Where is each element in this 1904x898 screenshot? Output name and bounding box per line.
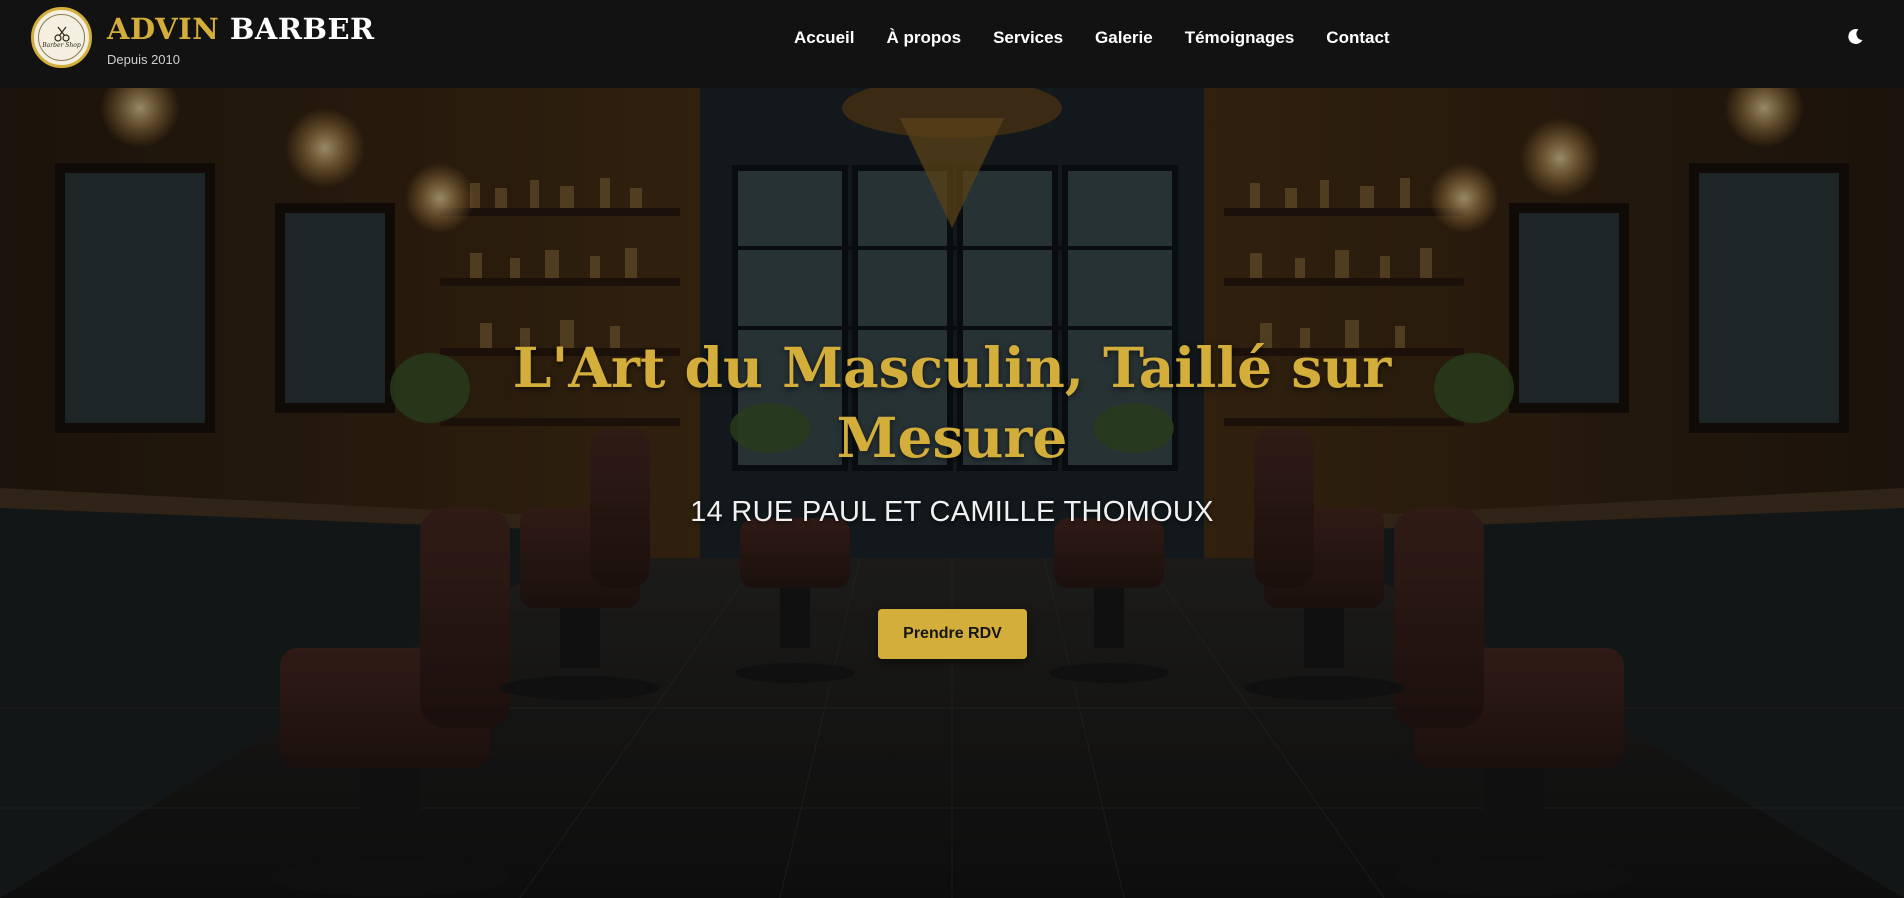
nav-item-accueil[interactable]: Accueil: [794, 27, 854, 49]
scissors-icon: [53, 26, 70, 42]
brand-tagline: Depuis 2010: [107, 52, 180, 67]
nav-item-galerie[interactable]: Galerie: [1095, 27, 1153, 49]
main-nav: Accueil À propos Services Galerie Témoig…: [794, 27, 1390, 49]
hero-dark-overlay: [0, 88, 1904, 898]
hero-title: L'Art du Masculin, Taillé sur Mesure: [452, 333, 1452, 473]
nav-item-services[interactable]: Services: [993, 27, 1063, 49]
hero-section: L'Art du Masculin, Taillé sur Mesure 14 …: [0, 88, 1904, 898]
book-appointment-button[interactable]: Prendre RDV: [878, 609, 1027, 659]
site-header: Barber Shop ADVIN BARBER Depuis 2010 Acc…: [0, 0, 1904, 88]
brand-name[interactable]: ADVIN BARBER: [107, 11, 375, 47]
hero-title-line1: L'Art du Masculin, Taillé sur: [512, 335, 1392, 400]
brand-name-part1: ADVIN: [107, 12, 220, 46]
logo-script-text: Barber Shop: [42, 42, 81, 49]
hero-address: 14 RUE PAUL ET CAMILLE THOMOUX: [690, 496, 1214, 528]
hero-title-line2: Mesure: [836, 405, 1068, 470]
logo-emblem: Barber Shop: [38, 14, 85, 61]
nav-item-contact[interactable]: Contact: [1326, 27, 1389, 49]
moon-icon: [1848, 29, 1863, 45]
theme-toggle-button[interactable]: [1845, 27, 1865, 47]
brand-name-part2: BARBER: [229, 12, 375, 46]
nav-item-temoignages[interactable]: Témoignages: [1185, 27, 1295, 49]
logo-badge[interactable]: Barber Shop: [31, 7, 92, 68]
nav-item-a-propos[interactable]: À propos: [886, 27, 961, 49]
